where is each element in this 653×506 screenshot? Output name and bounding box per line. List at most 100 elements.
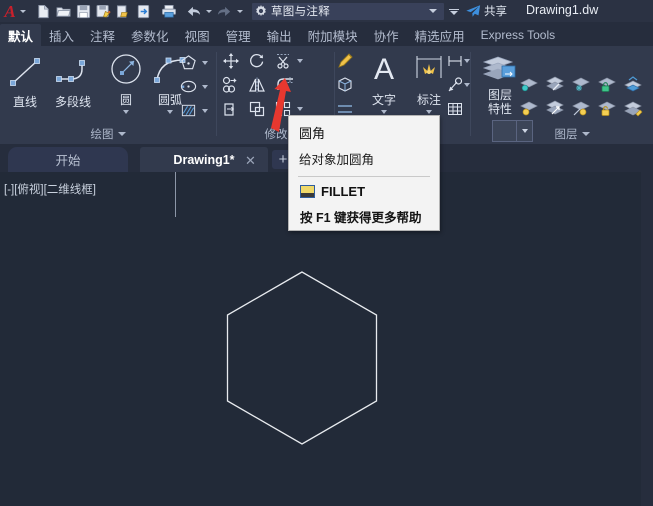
save-as-icon[interactable] [94,2,113,21]
save-icon[interactable] [74,2,93,21]
ribbon-tab-addins[interactable]: 附加模块 [300,24,366,46]
line-tool-label: 直线 [12,95,37,109]
hatch-icon [181,104,196,117]
new-file-icon[interactable] [34,2,53,21]
polygon-dropdown-icon[interactable] [200,52,209,73]
copy-tool[interactable] [220,74,241,95]
dimension-dropdown-icon[interactable] [426,110,432,114]
close-icon[interactable]: ✕ [245,153,256,169]
erase-tool[interactable] [334,50,355,71]
redo-icon[interactable] [215,2,234,21]
layer-isolate-icon[interactable] [518,73,539,94]
stretch-icon [223,102,234,116]
layer-freeze-icon[interactable] [570,73,591,94]
panel-layers-chevron-icon[interactable] [581,132,590,136]
panel-draw-chevron-icon[interactable] [117,132,126,136]
command-thumbnail-icon [300,185,315,198]
layer-properties-button[interactable]: 图层 特性 [476,48,524,116]
text-tool[interactable]: A 文字 [361,50,407,114]
ribbon-tab-collaborate[interactable]: 协作 [366,24,407,46]
ribbon-tab-parametric[interactable]: 参数化 [123,24,177,46]
gear-icon [252,3,269,20]
export-icon[interactable] [114,2,133,21]
redo-chevron-icon[interactable] [235,2,245,20]
workspace-chevron-icon[interactable] [429,8,437,13]
panel-layers-title[interactable]: 图层 [512,126,632,142]
layer-merge-icon[interactable] [622,73,643,94]
polyline-tool[interactable]: 多段线 [45,52,101,110]
explode-tool[interactable] [334,74,355,95]
trim-dropdown-icon[interactable] [295,50,304,71]
layer-turn-all-on-icon[interactable] [544,97,565,118]
linear-dimension-icon [447,55,462,66]
ribbon-tab-annotate[interactable]: 注释 [82,24,123,46]
document-title: Drawing1.dw [526,3,599,17]
layer-properties-label-2: 特性 [487,102,512,116]
layer-unisolate-icon[interactable] [544,73,565,94]
layer-properties-label-1: 图层 [487,88,512,102]
text-dropdown-icon[interactable] [381,110,387,114]
tooltip-description: 给对象加圆角 [299,153,375,167]
panel-draw-title[interactable]: 绘图 [0,126,216,142]
panel-divider-1 [216,52,217,136]
layer-off-icon[interactable] [518,97,539,118]
circle-tool[interactable]: 圆 [103,50,149,114]
layer-unlock-icon[interactable] [596,97,617,118]
red-pointer-arrow [271,78,291,132]
layer-match-icon[interactable] [622,97,643,118]
table-icon [447,102,462,115]
arc-dropdown-icon[interactable] [167,110,173,114]
ribbon-tab-insert[interactable]: 插入 [41,24,82,46]
app-menu-chevron-icon[interactable] [18,2,28,20]
ribbon-tab-express-tools[interactable]: Express Tools [473,24,563,46]
table-tool[interactable] [444,98,465,119]
panel-divider-3 [470,52,471,136]
workspace-settings-icon[interactable] [448,3,460,20]
ribbon-tab-manage[interactable]: 管理 [218,24,259,46]
layer-lock-icon[interactable] [596,73,617,94]
layer-thaw-icon[interactable] [570,97,591,118]
ellipse-dropdown-icon[interactable] [200,76,209,97]
panel-layers-label: 图层 [554,129,578,141]
trim-tool[interactable] [272,50,293,71]
tooltip-command: FILLET [321,184,366,199]
move-icon [222,52,239,69]
workspace-selector[interactable]: 草图与注释 [252,2,444,20]
dimension-icon [409,50,449,90]
circle-dropdown-icon[interactable] [123,110,129,114]
tab-start[interactable]: 开始 [8,147,128,172]
quick-access-toolbar [34,2,245,21]
leader-icon [448,76,462,91]
print-icon[interactable] [159,2,178,21]
polygon-tool[interactable] [178,52,199,73]
undo-icon[interactable] [184,2,203,21]
open-folder-icon[interactable] [54,2,73,21]
ribbon-tab-default[interactable]: 默认 [0,24,42,46]
ellipse-icon [180,80,197,93]
polygon-icon [181,55,196,70]
move-tool[interactable] [220,50,241,71]
ribbon-tab-bar: 默认 插入 注释 参数化 视图 管理 输出 附加模块 协作 精选应用 Expre… [0,22,653,46]
panel-draw: 直线 多段线 圆 圆弧 绘图 [0,46,216,144]
rotate-tool[interactable] [246,50,267,71]
trim-scissors-icon [276,53,289,69]
vertical-scrollbar[interactable] [641,172,653,506]
line-tool[interactable]: 直线 [2,52,48,110]
panel-layers: 图层 特性 0 [472,46,653,144]
hatch-dropdown-icon[interactable] [200,100,209,121]
share-label: 共享 [484,6,507,18]
hatch-tool[interactable] [178,100,199,121]
ellipse-tool[interactable] [178,76,199,97]
text-A-icon: A [373,53,394,86]
tooltip-title: 圆角 [299,126,326,141]
pencil-eraser-icon [337,52,353,68]
ribbon-tab-output[interactable]: 输出 [259,24,300,46]
cloud-sync-icon[interactable] [134,2,153,21]
ribbon-tab-view[interactable]: 视图 [177,24,218,46]
undo-chevron-icon[interactable] [204,2,214,20]
ribbon-tab-featured-apps[interactable]: 精选应用 [407,24,473,46]
stretch-tool[interactable] [220,98,241,119]
autocad-window: A 草图与注释 共享 Drawing1.dw 默认 插入 注释 参数化 视图 管… [0,0,653,506]
share-button[interactable]: 共享 [465,3,507,19]
autocad-logo-icon[interactable]: A [2,2,18,20]
